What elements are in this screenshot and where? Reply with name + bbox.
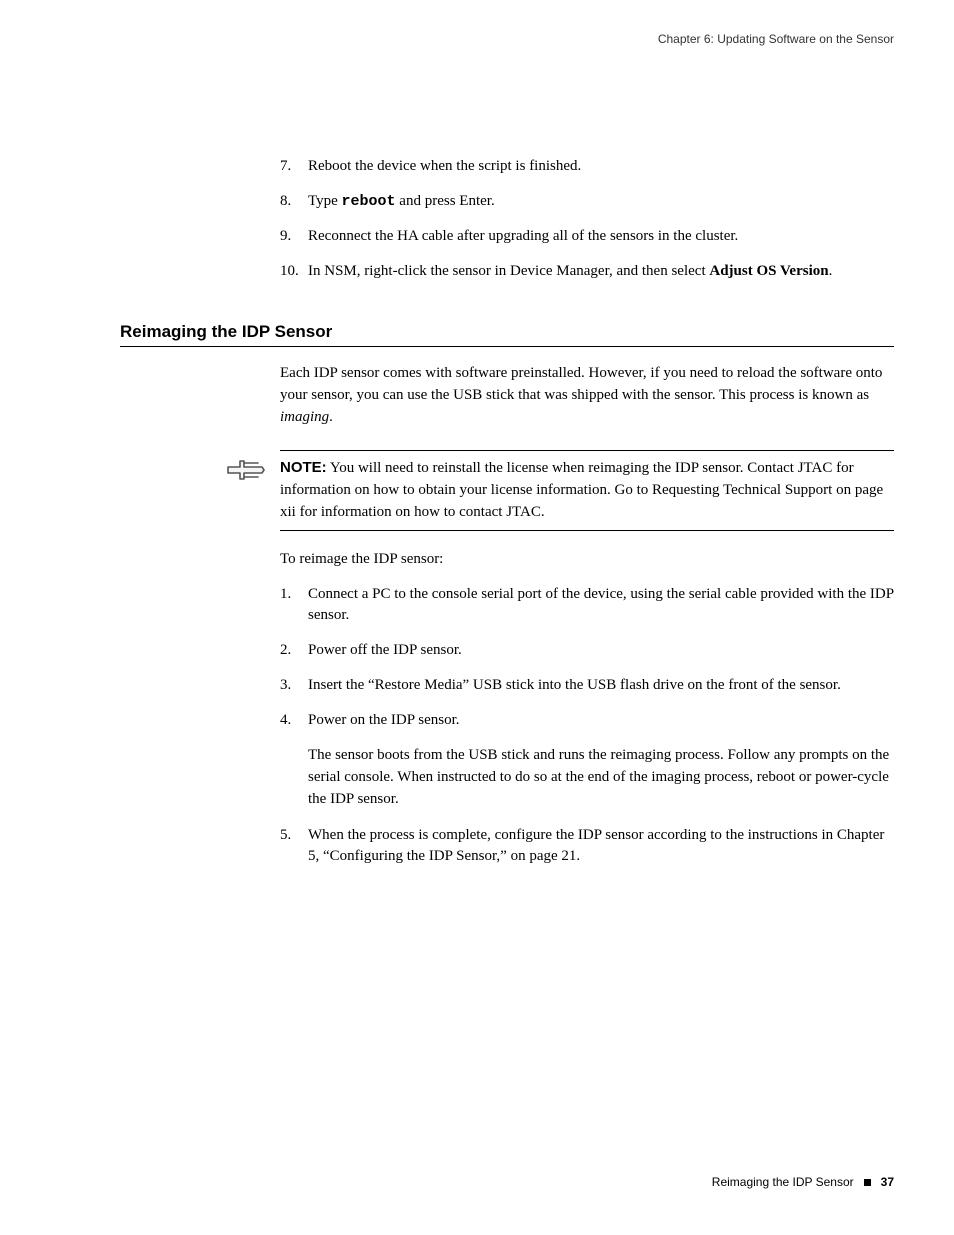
- upgrade-steps-continued: 7. Reboot the device when the script is …: [280, 156, 894, 282]
- step-text: Power off the IDP sensor.: [308, 640, 894, 661]
- sub-paragraph: The sensor boots from the USB stick and …: [308, 745, 894, 810]
- footer-square-icon: [864, 1179, 871, 1186]
- step-number: 9.: [280, 226, 308, 247]
- text-run: .: [829, 263, 833, 279]
- step-text: Reconnect the HA cable after upgrading a…: [308, 226, 894, 247]
- note-icon: [224, 457, 268, 488]
- list-item: 5. When the process is complete, configu…: [280, 825, 894, 867]
- step-number: 1.: [280, 584, 308, 626]
- text-run: Type: [308, 193, 342, 209]
- page-header: Chapter 6: Updating Software on the Sens…: [120, 32, 894, 46]
- section-rule: [120, 346, 894, 347]
- text-run: .: [329, 409, 333, 425]
- italic-text: imaging: [280, 409, 329, 425]
- text-run: Power on the IDP sensor.: [308, 712, 460, 728]
- text-run: and press Enter.: [396, 193, 495, 209]
- step-text: Insert the “Restore Media” USB stick int…: [308, 675, 894, 696]
- page-footer: Reimaging the IDP Sensor 37: [712, 1175, 894, 1189]
- note-rule-top: [280, 450, 894, 451]
- list-item: 3. Insert the “Restore Media” USB stick …: [280, 675, 894, 696]
- step-number: 8.: [280, 191, 308, 212]
- note-text: NOTE: You will need to reinstall the lic…: [280, 457, 894, 523]
- step-text: When the process is complete, configure …: [308, 825, 894, 867]
- step-number: 10.: [280, 261, 308, 282]
- step-number: 7.: [280, 156, 308, 177]
- step-number: 3.: [280, 675, 308, 696]
- list-item: 2. Power off the IDP sensor.: [280, 640, 894, 661]
- note-icon-cell: [120, 457, 280, 488]
- list-item: 7. Reboot the device when the script is …: [280, 156, 894, 177]
- note-label: NOTE:: [280, 459, 327, 476]
- reimage-steps: To reimage the IDP sensor: 1. Connect a …: [280, 549, 894, 867]
- text-run: In NSM, right-click the sensor in Device…: [308, 263, 709, 279]
- step-number: 4.: [280, 710, 308, 810]
- paragraph: To reimage the IDP sensor:: [280, 549, 894, 571]
- step-number: 2.: [280, 640, 308, 661]
- code-text: reboot: [342, 193, 396, 210]
- list-item: 9. Reconnect the HA cable after upgradin…: [280, 226, 894, 247]
- note-block: NOTE: You will need to reinstall the lic…: [120, 450, 894, 530]
- step-text: In NSM, right-click the sensor in Device…: [308, 261, 894, 282]
- section-intro: Each IDP sensor comes with software prei…: [280, 363, 894, 428]
- list-item: 4. Power on the IDP sensor. The sensor b…: [280, 710, 894, 810]
- step-text: Type reboot and press Enter.: [308, 191, 894, 212]
- list-item: 8. Type reboot and press Enter.: [280, 191, 894, 212]
- footer-title: Reimaging the IDP Sensor: [712, 1175, 854, 1189]
- list-item: 1. Connect a PC to the console serial po…: [280, 584, 894, 626]
- paragraph: Each IDP sensor comes with software prei…: [280, 363, 894, 428]
- step-number: 5.: [280, 825, 308, 867]
- text-run: Each IDP sensor comes with software prei…: [280, 365, 882, 403]
- note-rule-bottom: [280, 530, 894, 531]
- page-number: 37: [881, 1175, 894, 1189]
- list-item: 10. In NSM, right-click the sensor in De…: [280, 261, 894, 282]
- text-run: You will need to reinstall the license w…: [280, 460, 883, 520]
- step-text: Power on the IDP sensor. The sensor boot…: [308, 710, 894, 810]
- bold-text: Adjust OS Version: [709, 263, 828, 279]
- section-heading: Reimaging the IDP Sensor: [120, 322, 894, 342]
- page: Chapter 6: Updating Software on the Sens…: [0, 0, 954, 1235]
- step-text: Reboot the device when the script is fin…: [308, 156, 894, 177]
- step-text: Connect a PC to the console serial port …: [308, 584, 894, 626]
